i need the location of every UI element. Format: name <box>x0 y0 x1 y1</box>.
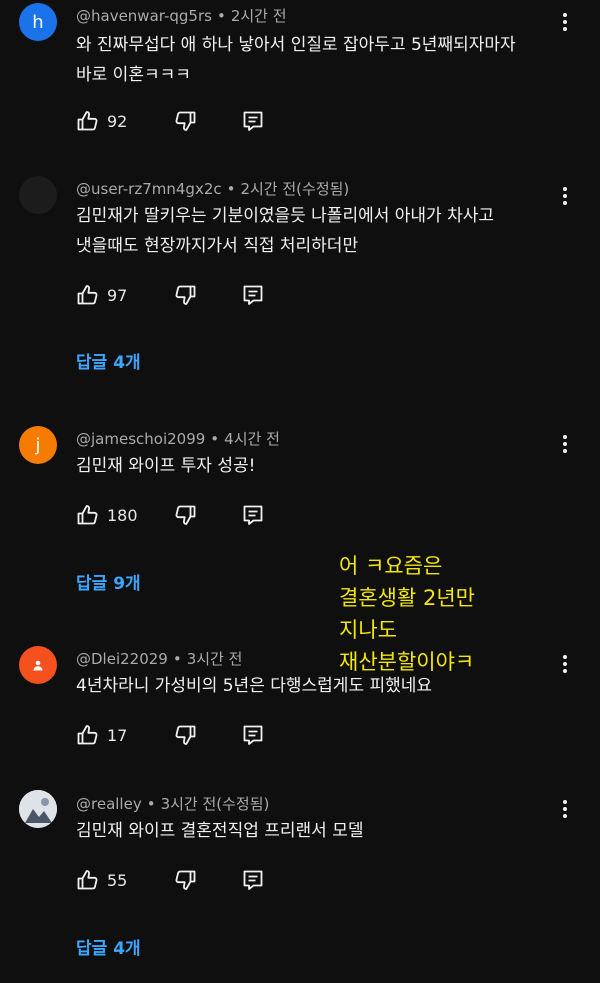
username[interactable]: @Dlei22029 <box>76 650 168 668</box>
comment-text: 김민재 와이프 결혼전직업 프리랜서 모델 <box>76 821 364 841</box>
thumbs-up-icon <box>77 111 98 131</box>
thumbs-up-icon <box>77 725 98 745</box>
like-count: 97 <box>107 285 128 305</box>
reply-button[interactable] <box>241 283 265 307</box>
thumbs-down-icon <box>175 870 196 890</box>
more-options-button[interactable] <box>556 651 574 677</box>
reply-button[interactable] <box>241 503 265 527</box>
thumbs-up-icon <box>77 870 98 890</box>
reply-icon <box>243 285 263 305</box>
view-replies-link[interactable]: 답글 9개 <box>76 569 141 594</box>
meta-separator: • <box>226 180 236 198</box>
dislike-button[interactable] <box>173 503 197 527</box>
avatar-photo <box>19 790 57 828</box>
timestamp[interactable]: 3시간 전 <box>187 650 243 668</box>
thumbs-down-icon <box>175 285 196 305</box>
meta-separator: • <box>172 650 182 668</box>
comment-actions: 55 <box>76 866 265 894</box>
reply-button[interactable] <box>241 109 265 133</box>
avatar-letter: h <box>32 11 44 33</box>
timestamp[interactable]: 2시간 전(수정됨) <box>240 180 349 198</box>
comment-text: 4년차라니 가성비의 5년은 다행스럽게도 피했네요 <box>76 676 433 696</box>
comment-meta: @Dlei22029 • 3시간 전 <box>76 648 242 669</box>
more-options-button[interactable] <box>556 431 574 457</box>
like-button[interactable]: 180 <box>76 503 157 527</box>
more-options-button[interactable] <box>556 9 574 35</box>
more-options-button[interactable] <box>556 796 574 822</box>
like-count: 55 <box>107 870 128 890</box>
reply-button[interactable] <box>241 868 265 892</box>
dislike-button[interactable] <box>173 283 197 307</box>
timestamp[interactable]: 2시간 전 <box>231 7 287 25</box>
dislike-button[interactable] <box>173 109 197 133</box>
thumbs-up-icon <box>77 285 98 305</box>
avatar[interactable]: h <box>19 3 57 41</box>
avatar-letter: j <box>35 434 41 456</box>
like-button[interactable]: 17 <box>76 723 157 747</box>
comment-text: 김민재가 딸키우는 기분이였을듯 나폴리에서 아내가 차사고 냇을때도 현장까지… <box>76 206 495 256</box>
like-count: 17 <box>107 725 128 745</box>
meta-separator: • <box>210 430 220 448</box>
comment-actions: 97 <box>76 281 265 309</box>
dislike-button[interactable] <box>173 868 197 892</box>
meta-separator: • <box>146 795 156 813</box>
avatar[interactable]: j <box>19 426 57 464</box>
username[interactable]: @havenwar-qg5rs <box>76 7 212 25</box>
meta-separator: • <box>216 7 226 25</box>
overlay-line: 어 ㅋ요즘은 <box>339 554 443 578</box>
avatar[interactable] <box>19 176 57 214</box>
timestamp[interactable]: 4시간 전 <box>224 430 280 448</box>
like-count: 180 <box>107 505 138 525</box>
person-icon <box>33 660 43 671</box>
avatar[interactable] <box>19 790 57 828</box>
thumbs-up-icon <box>77 505 98 525</box>
reply-icon <box>243 111 263 131</box>
comment-actions: 17 <box>76 721 265 749</box>
username[interactable]: @user-rz7mn4gx2c <box>76 180 222 198</box>
comment-meta: @realley • 3시간 전(수정됨) <box>76 793 269 814</box>
comment-actions: 180 <box>76 501 265 529</box>
like-count: 92 <box>107 111 128 131</box>
reply-button[interactable] <box>241 723 265 747</box>
more-options-button[interactable] <box>556 183 574 209</box>
overlay-line: 지나도 <box>339 618 397 642</box>
thumbs-down-icon <box>175 725 196 745</box>
comment-meta: @jameschoi2099 • 4시간 전 <box>76 428 280 449</box>
timestamp[interactable]: 3시간 전(수정됨) <box>161 795 270 813</box>
avatar[interactable] <box>19 646 57 684</box>
comment-text: 김민재 와이프 투자 성공! <box>76 456 256 476</box>
comment-meta: @user-rz7mn4gx2c • 2시간 전(수정됨) <box>76 178 349 199</box>
comment-text: 와 진짜무섭다 애 하나 낳아서 인질로 잡아두고 5년째되자마자 바로 이혼ㅋ… <box>76 35 516 85</box>
thumbs-down-icon <box>175 505 196 525</box>
username[interactable]: @jameschoi2099 <box>76 430 205 448</box>
reply-icon <box>243 505 263 525</box>
thumbs-down-icon <box>175 111 196 131</box>
view-replies-link[interactable]: 답글 4개 <box>76 348 141 373</box>
comment-meta: @havenwar-qg5rs • 2시간 전 <box>76 5 287 26</box>
like-button[interactable]: 97 <box>76 283 157 307</box>
overlay-line: 재산분할이야ㅋ <box>339 650 475 674</box>
username[interactable]: @realley <box>76 795 142 813</box>
like-button[interactable]: 92 <box>76 109 157 133</box>
like-button[interactable]: 55 <box>76 868 157 892</box>
overlay-caption: 어 ㅋ요즘은 결혼생활 2년만 지나도 재산분할이야ㅋ <box>339 550 475 678</box>
view-replies-link[interactable]: 답글 4개 <box>76 934 141 959</box>
reply-icon <box>243 870 263 890</box>
dislike-button[interactable] <box>173 723 197 747</box>
reply-icon <box>243 725 263 745</box>
overlay-line: 결혼생활 2년만 <box>339 586 475 610</box>
comment-actions: 92 <box>76 107 265 135</box>
